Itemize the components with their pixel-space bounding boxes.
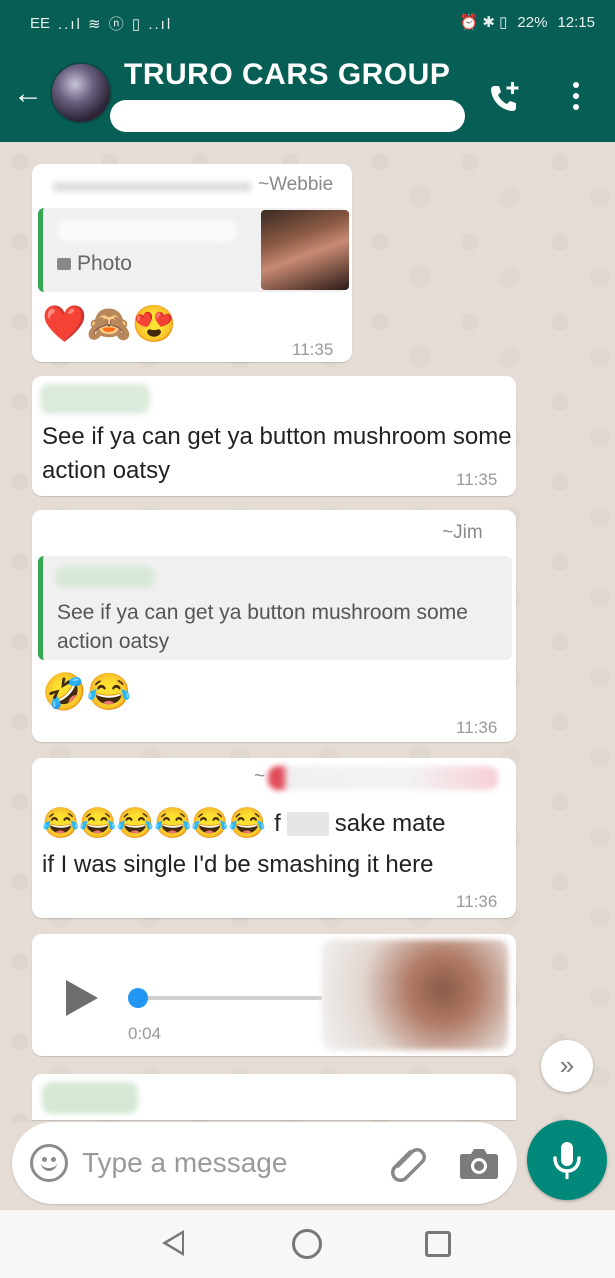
- redacted-participants: [110, 100, 465, 132]
- redacted-quote-author: [57, 220, 237, 242]
- redacted-quote-author: [55, 566, 155, 588]
- system-nav-bar: [0, 1210, 615, 1278]
- message-time: 11:35: [292, 340, 334, 359]
- emoji-reaction: 🤣😂: [42, 671, 132, 712]
- quoted-text: See if ya can get ya button mushroom som…: [57, 601, 468, 653]
- scroll-down-button[interactable]: »: [541, 1040, 593, 1092]
- emoji-row: 😂😂😂😂😂😂: [42, 807, 267, 840]
- message-text-part: f: [274, 809, 281, 837]
- image-icon: [57, 258, 71, 270]
- paperclip-icon[interactable]: [384, 1140, 430, 1186]
- nav-home-icon[interactable]: [292, 1229, 322, 1259]
- message-input[interactable]: [82, 1140, 372, 1186]
- nav-back-icon[interactable]: [162, 1230, 184, 1256]
- add-call-icon[interactable]: [486, 80, 522, 116]
- audio-seek-handle[interactable]: [128, 988, 148, 1008]
- censor-box: [286, 811, 329, 836]
- message-bubble[interactable]: See if ya can get ya button mushroom som…: [32, 376, 516, 496]
- chat-header: ← TRURO CARS GROUP: [0, 46, 615, 142]
- chat-area: ~Webbie Photo ❤️🙈😍 11:35 See if ya can g…: [0, 142, 615, 1122]
- emoji-reaction: ❤️🙈😍: [42, 303, 177, 344]
- quoted-photo[interactable]: Photo: [38, 208, 349, 292]
- mic-button[interactable]: [527, 1120, 607, 1200]
- camera-icon[interactable]: [459, 1144, 499, 1182]
- clock: 12:15: [557, 13, 595, 31]
- status-bar: EE ..ıl ≋ ⓝ ▯ ..ıl ⏰ ✱ ▯ 22% 12:15: [0, 0, 615, 46]
- signal-icons: ..ıl ≋ ⓝ ▯ ..ıl: [58, 16, 173, 33]
- microphone-icon: [553, 1142, 581, 1179]
- message-time: 11:36: [456, 892, 498, 911]
- audio-track[interactable]: [136, 996, 322, 1000]
- sender-name: ~Jim: [442, 522, 483, 543]
- sender-name: ~: [254, 766, 266, 787]
- photo-thumbnail[interactable]: [261, 210, 349, 290]
- sender-avatar-blurred: [322, 940, 508, 1050]
- message-bubble[interactable]: ~Webbie Photo ❤️🙈😍 11:35: [32, 164, 352, 362]
- photo-label: Photo: [57, 252, 132, 276]
- message-text: See if ya can get ya button mushroom som…: [42, 423, 512, 484]
- back-arrow-icon[interactable]: ←: [10, 76, 46, 112]
- message-time: 11:35: [456, 470, 498, 489]
- status-icons: ⏰ ✱ ▯: [459, 14, 508, 31]
- message-input-bar: [12, 1122, 517, 1204]
- redacted-sender: [40, 384, 150, 414]
- redacted-sender: [42, 1082, 138, 1114]
- group-avatar[interactable]: [50, 62, 112, 124]
- nav-recents-icon[interactable]: [425, 1231, 451, 1257]
- group-title[interactable]: TRURO CARS GROUP: [124, 58, 450, 92]
- audio-duration: 0:04: [128, 1024, 162, 1043]
- message-text-part: sake mate: [334, 809, 446, 837]
- audio-message-bubble[interactable]: 0:04: [32, 934, 516, 1056]
- play-icon[interactable]: [66, 980, 98, 1016]
- redacted-sender: [52, 182, 252, 192]
- battery-percent: 22%: [517, 13, 548, 31]
- redacted-sender: [268, 766, 498, 790]
- more-options-icon[interactable]: [566, 76, 586, 116]
- message-time: 11:36: [456, 718, 498, 737]
- carrier-label: EE: [30, 15, 51, 32]
- message-line-1: 😂😂😂😂😂😂 f sake mate: [42, 806, 446, 841]
- message-bubble[interactable]: [32, 1074, 516, 1120]
- message-bubble[interactable]: ~Jim See if ya can get ya button mushroo…: [32, 510, 516, 742]
- quoted-message[interactable]: See if ya can get ya button mushroom som…: [38, 556, 512, 660]
- message-bubble[interactable]: ~ 😂😂😂😂😂😂 f sake mate if I was single I'd…: [32, 758, 516, 918]
- sender-name: ~Webbie: [258, 174, 334, 195]
- emoji-icon[interactable]: [30, 1144, 68, 1182]
- message-text: if I was single I'd be smashing it here: [42, 851, 434, 878]
